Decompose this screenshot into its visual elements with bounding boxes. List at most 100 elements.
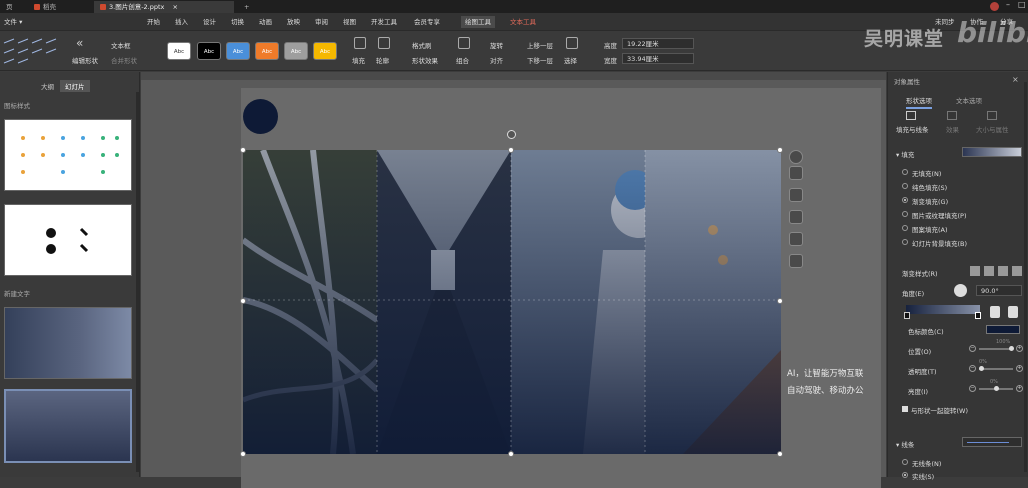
subtab-fill-line[interactable]: 填充与线条 [896,124,929,134]
eraser-icon[interactable] [789,210,803,224]
menu-drawing-tools[interactable]: 绘图工具 [461,16,495,28]
subtab-effects[interactable]: 效果 [946,124,959,134]
slide-image-collage[interactable] [243,150,781,454]
radio-background-fill[interactable] [902,239,908,245]
lightbulb-icon[interactable] [789,254,803,268]
maximize-icon[interactable]: □ [1018,0,1026,9]
shape-effects-button[interactable]: 形状效果 [412,55,438,65]
resize-handle-bottom-right[interactable] [777,451,783,457]
menu-file[interactable]: 文件 ▾ [4,16,22,28]
menu-member[interactable]: 会员专享 [414,16,440,28]
section-icon-style[interactable]: 图标样式 [4,100,30,110]
avatar[interactable] [990,2,999,11]
outline-button[interactable]: 轮廓 [376,55,389,65]
rotate-handle-icon[interactable] [507,130,516,139]
resize-handle-right[interactable] [777,298,783,304]
rotate-button[interactable]: 旋转 [490,40,503,50]
radio-solid-fill[interactable] [902,183,908,189]
delete-stop-icon[interactable] [1008,306,1018,318]
transparency-decrease-icon[interactable]: − [969,365,976,372]
position-slider-knob[interactable] [1009,346,1014,351]
tab-shape-options[interactable]: 形状选项 [906,95,932,109]
menu-slideshow[interactable]: 放映 [287,16,300,28]
position-decrease-icon[interactable]: − [969,345,976,352]
stop-color-picker[interactable] [986,325,1020,334]
line-preset-dropdown[interactable] [962,437,1022,447]
zoom-out-icon[interactable] [789,150,803,164]
shape-style-gray[interactable]: Abc [284,42,308,60]
close-icon[interactable]: × [172,3,177,11]
navy-circle-shape[interactable] [243,99,278,134]
resize-handle-bottom[interactable] [508,451,514,457]
slide-caption-line1[interactable]: AI，让智能万物互联 [787,367,863,379]
tab-home[interactable]: 页 [0,1,19,13]
align-button[interactable]: 对齐 [490,55,503,65]
menu-review[interactable]: 审阅 [315,16,328,28]
brightness-increase-icon[interactable]: + [1016,385,1023,392]
gradient-style-path[interactable] [1012,266,1022,276]
shape-style-black[interactable]: Abc [197,42,221,60]
group-button[interactable]: 组合 [456,55,469,65]
minimize-icon[interactable]: – [1006,0,1010,9]
format-painter-button[interactable]: 格式刷 [412,40,432,50]
tab-document[interactable]: 3.图片创意-2.pptx × [94,1,234,13]
tab-slides[interactable]: 幻灯片 [60,80,90,92]
brightness-decrease-icon[interactable]: − [969,385,976,392]
add-stop-icon[interactable] [990,306,1000,318]
tab-docer[interactable]: 稻壳 [28,1,62,13]
edit-shape-button[interactable]: 编辑形状 [72,55,98,65]
shape-gallery[interactable] [2,37,62,65]
resize-handle-top-right[interactable] [777,147,783,153]
slide-thumb-3[interactable] [4,307,132,379]
radio-pattern-fill[interactable] [902,225,908,231]
angle-input[interactable]: 90.0° [976,285,1022,296]
thumbnail-scrollbar[interactable] [136,92,139,472]
brightness-slider-knob[interactable] [994,386,999,391]
menu-insert[interactable]: 插入 [175,16,188,28]
radio-no-fill[interactable] [902,169,908,175]
select-button[interactable]: 选择 [564,55,577,65]
transparency-slider[interactable] [979,368,1013,370]
gradient-bar[interactable] [906,305,980,314]
transparency-slider-knob[interactable] [979,366,984,371]
gradient-stop-left[interactable] [904,312,910,319]
radio-solid-line[interactable] [902,472,908,478]
shape-style-blue[interactable]: Abc [226,42,250,60]
gradient-style-linear[interactable] [970,266,980,276]
radio-gradient-fill[interactable] [902,197,908,203]
rotate-with-shape-checkbox[interactable] [902,406,908,412]
shape-style-white[interactable]: Abc [167,42,191,60]
menu-developer[interactable]: 开发工具 [371,16,397,28]
slide-caption-line2[interactable]: 自动驾驶、移动办公 [787,384,864,396]
transparency-increase-icon[interactable]: + [1016,365,1023,372]
height-input[interactable]: 19.22厘米 [622,38,694,49]
send-backward-button[interactable]: 下移一层 [527,55,553,65]
slide-thumb-4-selected[interactable] [4,389,132,463]
tab-outline[interactable]: 大纲 [36,80,59,92]
fill-button[interactable]: 填充 [352,55,365,65]
tab-text-options[interactable]: 文本选项 [956,95,982,105]
fill-icon[interactable] [354,37,366,49]
slide-thumb-1[interactable] [4,119,132,191]
text-box-button[interactable]: 文本框 [111,40,131,50]
section-new-text[interactable]: 新建文字 [4,288,30,298]
menu-view[interactable]: 视图 [343,16,356,28]
menu-home[interactable]: 开始 [147,16,160,28]
radio-picture-fill[interactable] [902,211,908,217]
position-slider[interactable] [979,348,1013,350]
close-icon[interactable]: × [1012,75,1019,84]
bring-forward-button[interactable]: 上移一层 [527,40,553,50]
pen-icon[interactable] [789,188,803,202]
menu-transition[interactable]: 切换 [231,16,244,28]
resize-handle-bottom-left[interactable] [240,451,246,457]
resize-handle-left[interactable] [240,298,246,304]
new-tab-button[interactable]: + [238,1,255,13]
resize-handle-top[interactable] [508,147,514,153]
line-section-header[interactable]: ▾ 线条 [896,439,914,449]
crop-icon[interactable] [789,232,803,246]
layers-icon[interactable] [789,166,803,180]
outline-icon[interactable] [378,37,390,49]
fill-section-header[interactable]: ▾ 填充 [896,149,914,159]
radio-no-line[interactable] [902,459,908,465]
group-icon[interactable] [458,37,470,49]
